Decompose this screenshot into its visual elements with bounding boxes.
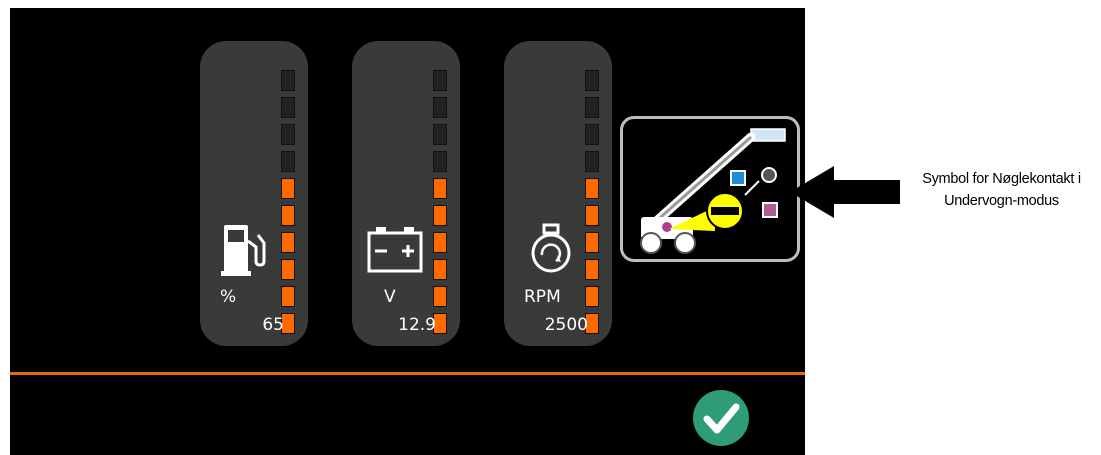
engine-unit: RPM bbox=[524, 287, 561, 307]
level-segment bbox=[585, 178, 599, 199]
level-segment bbox=[433, 178, 447, 199]
level-segment bbox=[585, 124, 599, 145]
level-segment bbox=[281, 232, 295, 253]
engine-value: 2500 bbox=[544, 315, 588, 335]
level-segment bbox=[585, 259, 599, 280]
level-segment bbox=[281, 124, 295, 145]
level-segment bbox=[585, 97, 599, 118]
level-segment bbox=[585, 70, 599, 91]
level-segment bbox=[281, 286, 295, 307]
engine-icon bbox=[531, 223, 571, 273]
engine-gauge: RPM 2500 bbox=[504, 41, 612, 346]
confirm-button[interactable] bbox=[693, 390, 749, 446]
level-segment bbox=[585, 151, 599, 172]
level-segment bbox=[433, 232, 447, 253]
level-segment bbox=[281, 151, 295, 172]
fuel-value: 65 bbox=[262, 315, 284, 335]
display-screen: % 65 V 12.9 RPM 2500 bbox=[10, 8, 805, 455]
level-segment bbox=[433, 70, 447, 91]
level-segment bbox=[585, 205, 599, 226]
level-segment bbox=[433, 205, 447, 226]
level-segment bbox=[281, 178, 295, 199]
level-segment bbox=[433, 97, 447, 118]
level-segment bbox=[585, 286, 599, 307]
battery-level-bar bbox=[433, 70, 447, 341]
footer-divider bbox=[10, 372, 805, 375]
fuel-level-bar bbox=[281, 70, 295, 341]
callout-line-1: Symbol for Nøglekontakt i bbox=[922, 171, 1081, 187]
battery-unit: V bbox=[384, 287, 396, 307]
level-segment bbox=[433, 124, 447, 145]
checkmark-icon bbox=[703, 403, 740, 434]
level-segment bbox=[281, 259, 295, 280]
level-segment bbox=[281, 97, 295, 118]
callout-label: Symbol for Nøglekontakt i Undervogn-modu… bbox=[904, 168, 1099, 212]
key-switch-undercarriage-mode-symbol bbox=[620, 116, 800, 262]
fuel-gauge: % 65 bbox=[200, 41, 308, 346]
battery-gauge: V 12.9 bbox=[352, 41, 460, 346]
engine-rpm-bar bbox=[585, 70, 599, 341]
callout-line-2: Undervogn-modus bbox=[944, 193, 1059, 209]
battery-value: 12.9 bbox=[398, 315, 436, 335]
level-segment bbox=[585, 232, 599, 253]
battery-icon bbox=[367, 227, 423, 273]
fuel-unit: % bbox=[220, 287, 237, 307]
level-segment bbox=[281, 205, 295, 226]
level-segment bbox=[433, 259, 447, 280]
boom-lift-key-switch-undercarriage-mode-icon bbox=[640, 128, 786, 254]
callout-arrow-icon bbox=[790, 166, 900, 218]
level-segment bbox=[433, 151, 447, 172]
level-segment bbox=[281, 70, 295, 91]
fuel-pump-icon bbox=[221, 225, 266, 276]
level-segment bbox=[433, 286, 447, 307]
